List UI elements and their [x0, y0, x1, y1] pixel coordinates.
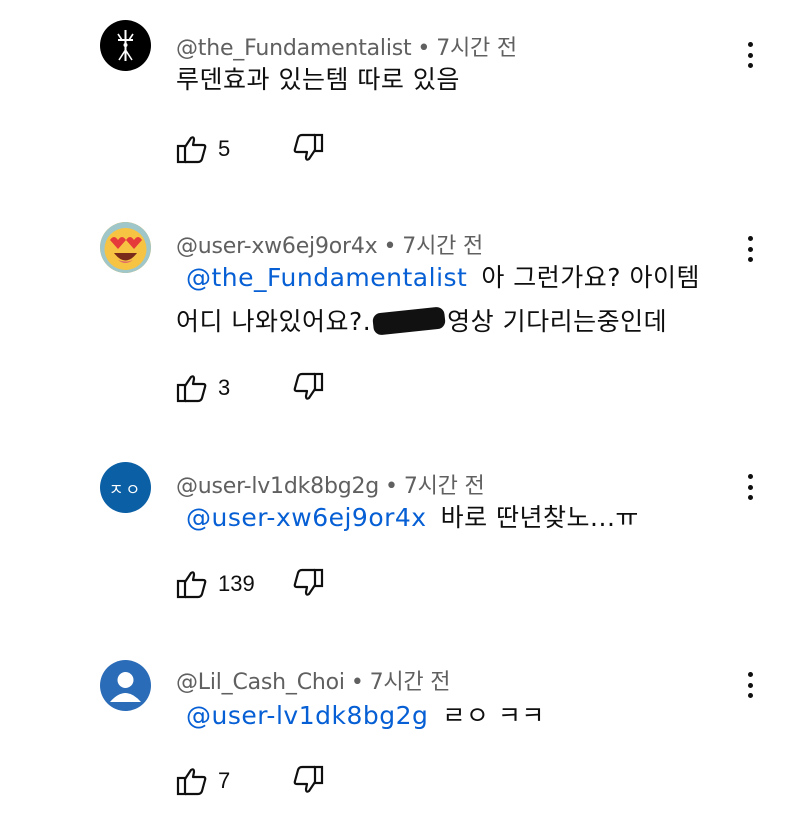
- comment-body: 바로 딴년찾노...ㅠ: [440, 503, 639, 532]
- dislike-button[interactable]: [292, 372, 324, 402]
- dislike-button[interactable]: [292, 133, 324, 163]
- thumbs-up-icon: [176, 571, 207, 599]
- comment-actions: 3: [176, 372, 324, 404]
- comment-text: 루덴효과 있는템 따로 있음: [176, 58, 756, 102]
- thumbs-up-icon: [176, 375, 207, 403]
- comment-text: @the_Fundamentalist 아 그런가요? 아이템 어디 나와있어요?…: [176, 256, 756, 344]
- comment-actions: 139: [176, 568, 324, 600]
- comment-1: @the_Fundamentalist • 7시간 전 루덴효과 있는템 따로 있음…: [0, 0, 800, 200]
- like-button[interactable]: 3: [176, 373, 258, 403]
- comment-body: ㄹㅇ ㅋㅋ: [442, 701, 545, 730]
- comment-body-line2b: 영상 기다리는중인데: [447, 307, 668, 336]
- comment-text: @user-xw6ej9or4x 바로 딴년찾노...ㅠ: [176, 496, 756, 540]
- like-count: 3: [218, 375, 231, 400]
- mention-link[interactable]: @user-lv1dk8bg2g: [186, 701, 428, 730]
- comment-body-line2: 어디 나와있어요?.: [176, 307, 372, 336]
- avatar[interactable]: [100, 222, 151, 273]
- thumbs-down-icon: [293, 765, 324, 793]
- comment-actions: 5: [176, 133, 324, 165]
- dislike-button[interactable]: [292, 568, 324, 598]
- avatar[interactable]: [100, 660, 151, 711]
- heart-eyes-emoji-icon: [100, 222, 151, 273]
- mention-link[interactable]: @the_Fundamentalist: [186, 263, 467, 292]
- comment-body: 아 그런가요? 아이템: [481, 263, 701, 292]
- comment-4: @Lil_Cash_Choi • 7시간 전 @user-lv1dk8bg2g ㄹㅇ …: [0, 640, 800, 813]
- redaction-mark: [372, 306, 447, 336]
- like-button[interactable]: 7: [176, 766, 258, 796]
- thumbs-down-icon: [293, 133, 324, 161]
- like-button[interactable]: 5: [176, 134, 258, 164]
- like-count: 5: [218, 136, 231, 161]
- like-button[interactable]: 139: [176, 569, 258, 599]
- avatar-glyph-icon: [117, 30, 134, 61]
- like-count: 7: [218, 768, 231, 793]
- comment-3: ㅈㅇ @user-lv1dk8bg2g • 7시간 전 @user-xw6ej9or…: [0, 440, 800, 640]
- thumbs-down-icon: [293, 372, 324, 400]
- thumbs-up-icon: [176, 768, 207, 796]
- comment-text: @user-lv1dk8bg2g ㄹㅇ ㅋㅋ: [176, 694, 756, 738]
- thumbs-down-icon: [293, 568, 324, 596]
- comment-meta: @Lil_Cash_Choi • 7시간 전: [176, 670, 451, 695]
- timestamp: 7시간 전: [369, 670, 451, 695]
- default-user-icon: [110, 672, 141, 702]
- comment-2: @user-xw6ej9or4x • 7시간 전 @the_Fundamentali…: [0, 200, 800, 440]
- comment-body: 루덴효과 있는템 따로 있음: [176, 65, 460, 94]
- like-count: 139: [218, 571, 255, 596]
- mention-link[interactable]: @user-xw6ej9or4x: [186, 503, 427, 532]
- avatar-initials: ㅈㅇ: [108, 479, 143, 499]
- avatar[interactable]: [100, 20, 151, 71]
- comment-actions: 7: [176, 765, 324, 797]
- thumbs-up-icon: [176, 136, 207, 164]
- dislike-button[interactable]: [292, 765, 324, 795]
- avatar[interactable]: ㅈㅇ: [100, 462, 151, 513]
- author-name[interactable]: @Lil_Cash_Choi: [176, 670, 345, 695]
